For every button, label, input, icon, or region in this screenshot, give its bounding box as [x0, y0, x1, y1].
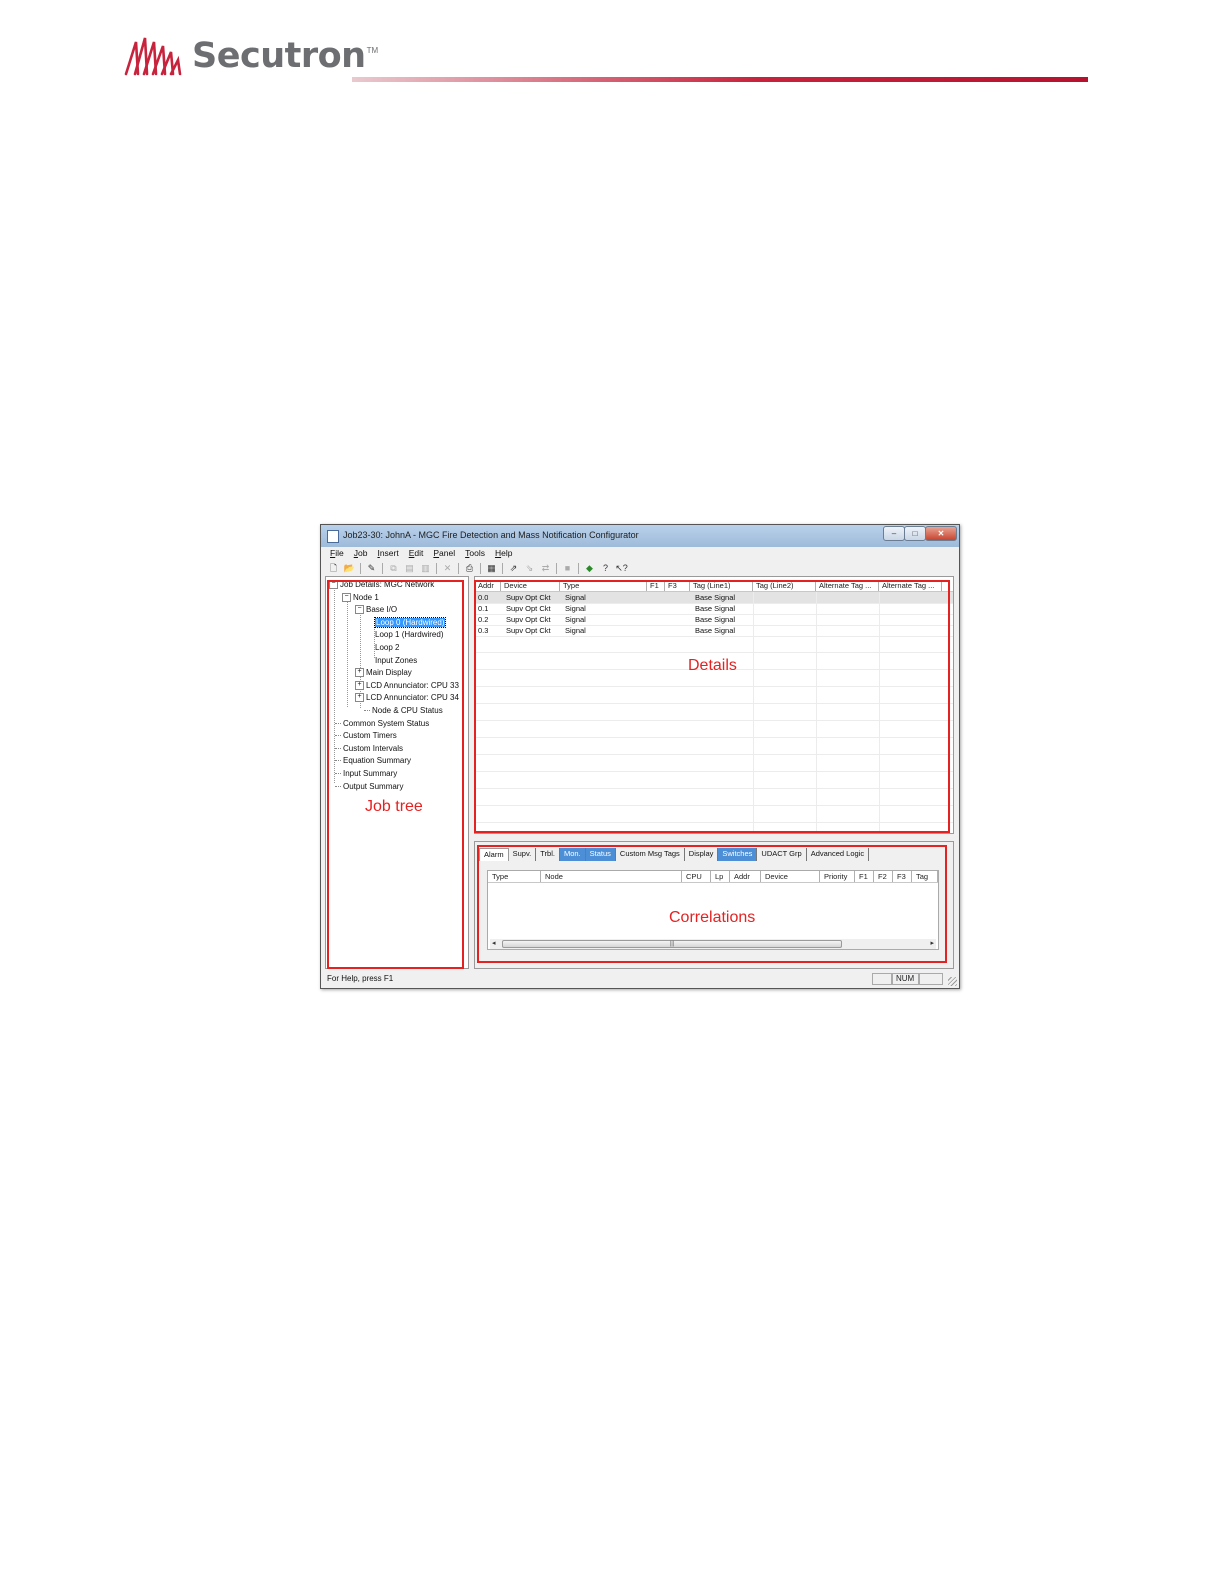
menu-panel[interactable]: Panel	[428, 547, 460, 560]
toolbar-separator	[480, 562, 481, 574]
brand-name: Secutron	[192, 36, 366, 76]
context-help-icon[interactable]: ↖?	[615, 562, 628, 574]
menu-help[interactable]: Help	[490, 547, 517, 560]
toolbar-separator	[360, 562, 361, 574]
details-annotation-label: Details	[688, 657, 737, 674]
compare-icon[interactable]: ⇄	[539, 562, 552, 574]
job-tree-annotation-box	[327, 580, 464, 969]
menu-job[interactable]: Job	[349, 547, 373, 560]
status-cell-blank	[919, 973, 943, 985]
upload-icon[interactable]: ⇗	[507, 562, 520, 574]
menu-tools[interactable]: Tools	[460, 547, 490, 560]
open-folder-icon[interactable]: 📂	[343, 562, 356, 574]
minimize-button[interactable]: –	[883, 526, 905, 541]
menu-file[interactable]: File	[325, 547, 349, 560]
network-icon[interactable]: ◆	[583, 562, 596, 574]
delete-icon[interactable]: ✕	[441, 562, 454, 574]
help-icon[interactable]: ?	[599, 562, 612, 574]
stop-icon[interactable]: ■	[561, 562, 574, 574]
maximize-button[interactable]: □	[904, 526, 926, 541]
window-title: Job23-30: JohnA - MGC Fire Detection and…	[343, 530, 639, 540]
toolbar-separator	[502, 562, 503, 574]
copy-icon[interactable]: ⧉	[387, 562, 400, 574]
download-icon[interactable]: ⇘	[523, 562, 536, 574]
resize-grip-icon[interactable]	[948, 977, 957, 986]
status-help-text: For Help, press F1	[327, 974, 394, 983]
title-bar[interactable]: Job23-30: JohnA - MGC Fire Detection and…	[321, 525, 959, 547]
status-cell-blank	[872, 973, 892, 985]
status-num-indicator: NUM	[892, 973, 919, 985]
paste-icon[interactable]: ▤	[403, 562, 416, 574]
print-preview-icon[interactable]: ▦	[485, 562, 498, 574]
toolbar: 🗋 📂 ✎ ⧉ ▤ ▥ ✕ ⎙ ▦ ⇗ ⇘ ⇄ ■ ◆ ? ↖?	[327, 561, 953, 575]
close-button[interactable]: ✕	[925, 526, 957, 541]
toolbar-separator	[382, 562, 383, 574]
toolbar-separator	[458, 562, 459, 574]
menu-bar: File Job Insert Edit Panel Tools Help	[325, 547, 955, 560]
status-bar: For Help, press F1 NUM	[321, 971, 959, 988]
trademark: TM	[366, 46, 379, 55]
menu-edit[interactable]: Edit	[404, 547, 429, 560]
edit-pencil-icon[interactable]: ✎	[365, 562, 378, 574]
secutron-logo-mark-icon	[124, 37, 182, 76]
toolbar-separator	[578, 562, 579, 574]
toolbar-separator	[556, 562, 557, 574]
configurator-window: Job23-30: JohnA - MGC Fire Detection and…	[320, 524, 960, 989]
details-annotation-box	[474, 580, 950, 833]
secutron-logo: Secutron TM	[124, 34, 378, 78]
menu-insert[interactable]: Insert	[372, 547, 403, 560]
print-icon[interactable]: ⎙	[463, 562, 476, 574]
new-file-icon[interactable]: 🗋	[327, 562, 340, 574]
job-tree-annotation-label: Job tree	[365, 798, 423, 815]
app-icon	[327, 530, 339, 543]
toolbar-separator	[436, 562, 437, 574]
paste-special-icon[interactable]: ▥	[419, 562, 432, 574]
header-rule	[352, 77, 1088, 82]
correlations-annotation-label: Correlations	[669, 909, 756, 926]
correlations-annotation-box	[477, 845, 947, 963]
